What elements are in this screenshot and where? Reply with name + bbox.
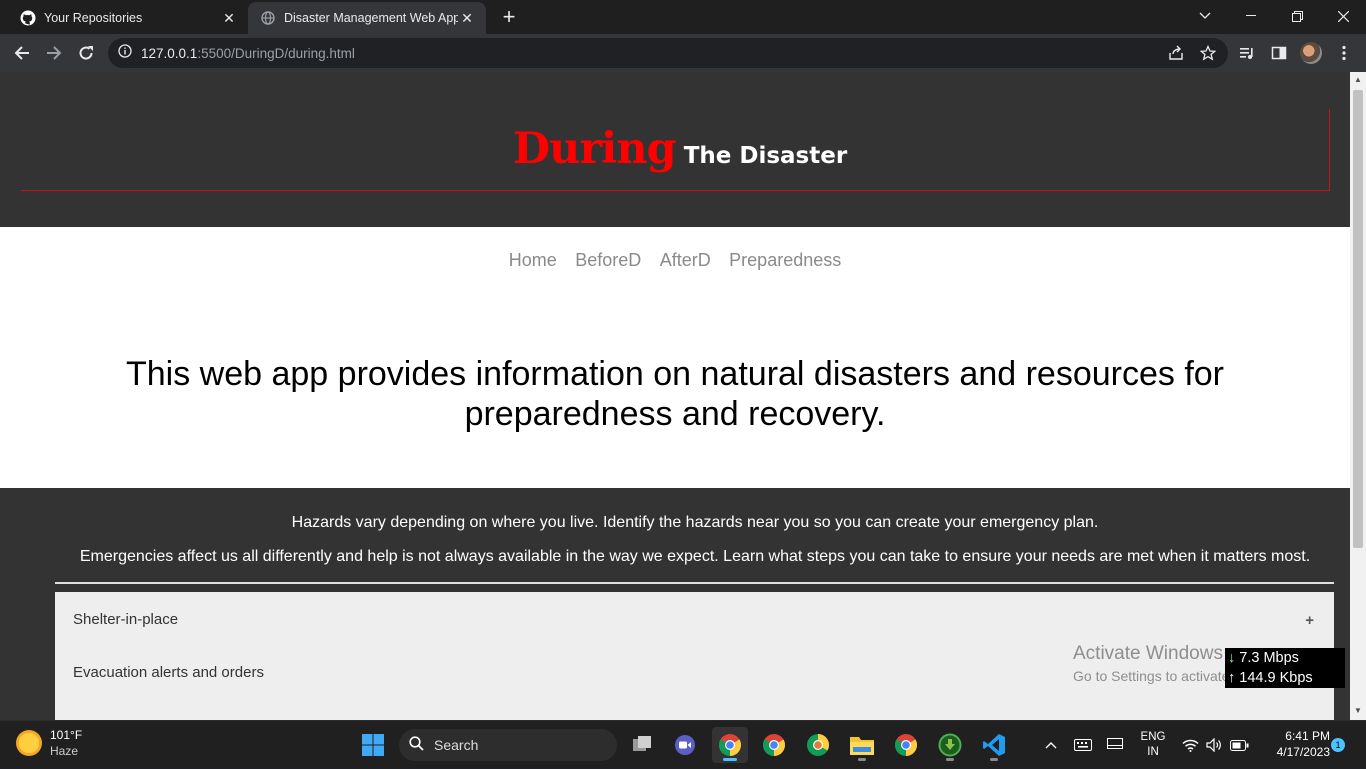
url-text[interactable]: 127.0.0.1:5500/DuringD/during.html [141, 46, 355, 61]
download-manager-icon[interactable] [932, 727, 968, 763]
notification-badge[interactable]: 1 [1331, 738, 1345, 752]
task-view-icon[interactable] [624, 727, 660, 763]
display-icon[interactable] [1104, 721, 1126, 769]
title-accent: During [512, 124, 677, 174]
wifi-icon[interactable] [1180, 721, 1200, 769]
scrollbar-thumb[interactable] [1353, 90, 1363, 548]
github-icon [20, 10, 36, 26]
chrome-app-active[interactable] [712, 727, 748, 763]
weather-widget[interactable]: 101°F Haze [16, 727, 82, 759]
reload-button[interactable] [72, 39, 100, 67]
nav-afterd[interactable]: AfterD [660, 250, 711, 270]
clock-date: 4/17/2023 [1276, 745, 1330, 759]
tab-disaster-management[interactable]: Disaster Management Web App ✕ [248, 2, 486, 34]
tab-your-repositories[interactable]: Your Repositories ✕ [8, 2, 248, 34]
restore-button[interactable] [1274, 0, 1320, 32]
info-line-1: Hazards vary depending on where you live… [291, 514, 1099, 531]
info-section: Hazards vary depending on where you live… [0, 488, 1350, 720]
scroll-up-icon[interactable]: ▲ [1353, 75, 1363, 85]
url-host: 127.0.0.1 [141, 45, 198, 61]
main-nav: Home BeforeD AfterD Preparedness [0, 250, 1350, 271]
page-viewport: During The Disaster Home BeforeD AfterD P… [0, 72, 1350, 720]
scroll-down-icon[interactable]: ▼ [1353, 706, 1363, 716]
chrome-profile-app[interactable] [800, 727, 836, 763]
vscode-icon[interactable] [976, 727, 1012, 763]
divider [55, 582, 1334, 584]
tab-title: Disaster Management Web App [284, 11, 458, 25]
site-info-icon[interactable] [118, 43, 132, 63]
info-line-2: Emergencies affect us all differently an… [79, 548, 1311, 565]
new-tab-button[interactable]: + [496, 4, 522, 29]
intro-text: This web app provides information on nat… [125, 355, 1224, 433]
search-placeholder: Search [434, 737, 479, 753]
menu-dots-icon[interactable] [1330, 39, 1358, 67]
windows-taskbar: 101°F Haze Search ENG IN 6:41 PM 4/17/20… [0, 720, 1366, 768]
meet-icon[interactable] [667, 727, 703, 763]
active-indicator [723, 758, 737, 761]
weather-condition: Haze [50, 744, 79, 758]
profile-avatar[interactable] [1297, 39, 1325, 67]
accordion-item-shelter[interactable]: Shelter-in-place [73, 611, 178, 628]
tab-title: Your Repositories [44, 11, 143, 25]
nav-preparedness[interactable]: Preparedness [729, 250, 841, 270]
media-control-icon[interactable] [1233, 39, 1261, 67]
start-button[interactable] [355, 727, 391, 763]
search-icon [409, 736, 424, 754]
close-icon[interactable]: ✕ [220, 9, 238, 27]
side-panel-icon[interactable] [1265, 39, 1293, 67]
download-arrow-icon: ↓ [1228, 650, 1236, 666]
chrome-app[interactable] [756, 727, 792, 763]
address-bar[interactable]: 127.0.0.1:5500/DuringD/during.html [108, 38, 1228, 68]
running-indicator [990, 758, 998, 761]
show-hidden-icons-chevron[interactable] [1040, 721, 1062, 769]
system-clock[interactable]: 6:41 PM 4/17/2023 [1258, 728, 1330, 760]
title-rest: The Disaster [683, 143, 848, 169]
globe-icon [260, 10, 276, 26]
plus-icon[interactable]: + [1305, 612, 1314, 629]
upload-arrow-icon: ↑ [1228, 670, 1236, 686]
browser-toolbar: 127.0.0.1:5500/DuringD/during.html [0, 34, 1366, 72]
taskbar-search[interactable]: Search [399, 729, 617, 761]
browser-tab-strip: Your Repositories ✕ Disaster Management … [0, 0, 1366, 34]
page-scrollbar[interactable]: ▲ ▼ [1350, 72, 1366, 720]
page-title: During The Disaster [0, 124, 1350, 174]
chrome-profile-2-app[interactable] [888, 727, 924, 763]
haze-sun-icon [16, 730, 42, 756]
lang-code: ENG [1140, 731, 1166, 743]
keyboard-icon[interactable] [1072, 721, 1094, 769]
download-speed: 7.3 Mbps [1239, 650, 1299, 666]
battery-icon[interactable] [1228, 721, 1250, 769]
close-window-button[interactable] [1320, 0, 1366, 32]
weather-temp: 101°F [50, 728, 83, 742]
network-speed-meter: ↓ 7.3 Mbps ↑ 144.9 Kbps [1225, 648, 1345, 688]
upload-speed: 144.9 Kbps [1239, 670, 1313, 686]
forward-button[interactable] [40, 39, 68, 67]
share-icon[interactable] [1162, 39, 1190, 67]
page-header: During The Disaster [0, 72, 1350, 227]
back-button[interactable] [8, 39, 36, 67]
minimize-button[interactable] [1228, 0, 1274, 32]
bookmark-star-icon[interactable] [1194, 39, 1222, 67]
running-indicator [946, 758, 954, 761]
nav-home[interactable]: Home [509, 250, 557, 270]
running-indicator [858, 758, 866, 761]
volume-icon[interactable] [1204, 721, 1224, 769]
lang-region: IN [1147, 746, 1159, 758]
file-explorer-icon[interactable] [844, 727, 880, 763]
tab-search-chevron-icon[interactable] [1182, 0, 1228, 32]
language-indicator[interactable]: ENG IN [1136, 721, 1170, 769]
close-icon[interactable]: ✕ [458, 9, 476, 27]
clock-time: 6:41 PM [1285, 729, 1330, 743]
accordion-item-evacuation[interactable]: Evacuation alerts and orders [73, 664, 264, 681]
nav-befored[interactable]: BeforeD [575, 250, 641, 270]
url-path: :5500/DuringD/during.html [197, 45, 355, 61]
